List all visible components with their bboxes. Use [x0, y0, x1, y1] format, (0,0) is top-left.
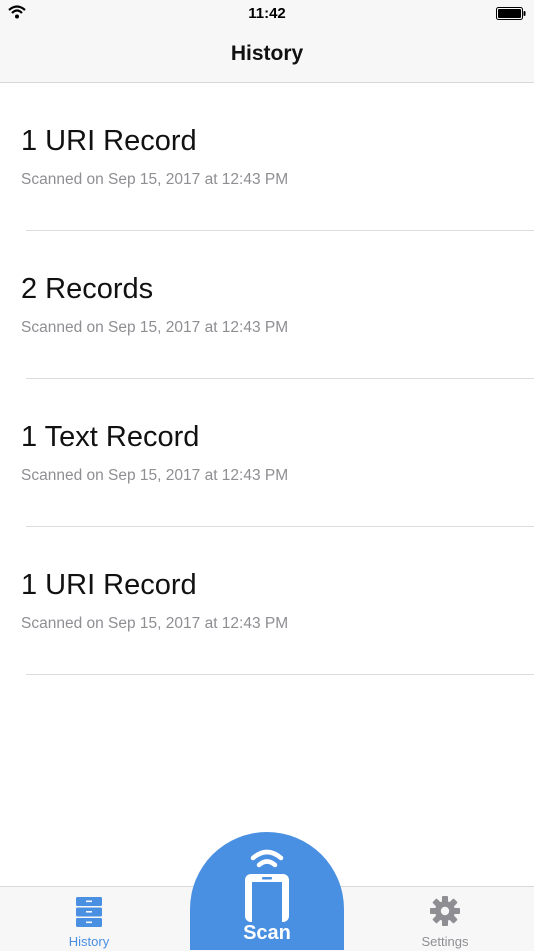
history-list-item[interactable]: 1 Text Record Scanned on Sep 15, 2017 at… [0, 379, 534, 527]
record-title: 1 Text Record [21, 421, 200, 453]
scan-timestamp: Scanned on Sep 15, 2017 at 12:43 PM [21, 319, 289, 336]
scan-button-label: Scan [243, 922, 291, 944]
page-title: History [230, 42, 304, 65]
tab-history[interactable]: History [0, 887, 178, 951]
scan-timestamp: Scanned on Sep 15, 2017 at 12:43 PM [21, 615, 289, 632]
nfc-scan-icon [245, 849, 289, 922]
status-bar: 11:42 [0, 0, 534, 28]
scan-button[interactable]: Scan [190, 832, 344, 950]
history-list-item[interactable]: 1 URI Record Scanned on Sep 15, 2017 at … [0, 83, 534, 231]
tab-settings[interactable]: Settings [356, 887, 534, 951]
battery-icon [496, 7, 526, 20]
scan-timestamp: Scanned on Sep 15, 2017 at 12:43 PM [21, 171, 289, 188]
tab-history-label: History [68, 934, 110, 949]
record-title: 1 URI Record [21, 569, 197, 601]
gear-icon [430, 896, 460, 926]
history-list: 1 URI Record Scanned on Sep 15, 2017 at … [0, 83, 534, 675]
drawer-icon [76, 897, 102, 927]
history-list-item[interactable]: 1 URI Record Scanned on Sep 15, 2017 at … [0, 527, 534, 675]
status-time: 11:42 [248, 5, 286, 22]
navigation-bar: History [0, 28, 534, 83]
record-title: 2 Records [21, 273, 154, 305]
tab-settings-label: Settings [421, 934, 469, 949]
history-list-item[interactable]: 2 Records Scanned on Sep 15, 2017 at 12:… [0, 231, 534, 379]
record-title: 1 URI Record [21, 125, 197, 157]
scan-timestamp: Scanned on Sep 15, 2017 at 12:43 PM [21, 467, 289, 484]
